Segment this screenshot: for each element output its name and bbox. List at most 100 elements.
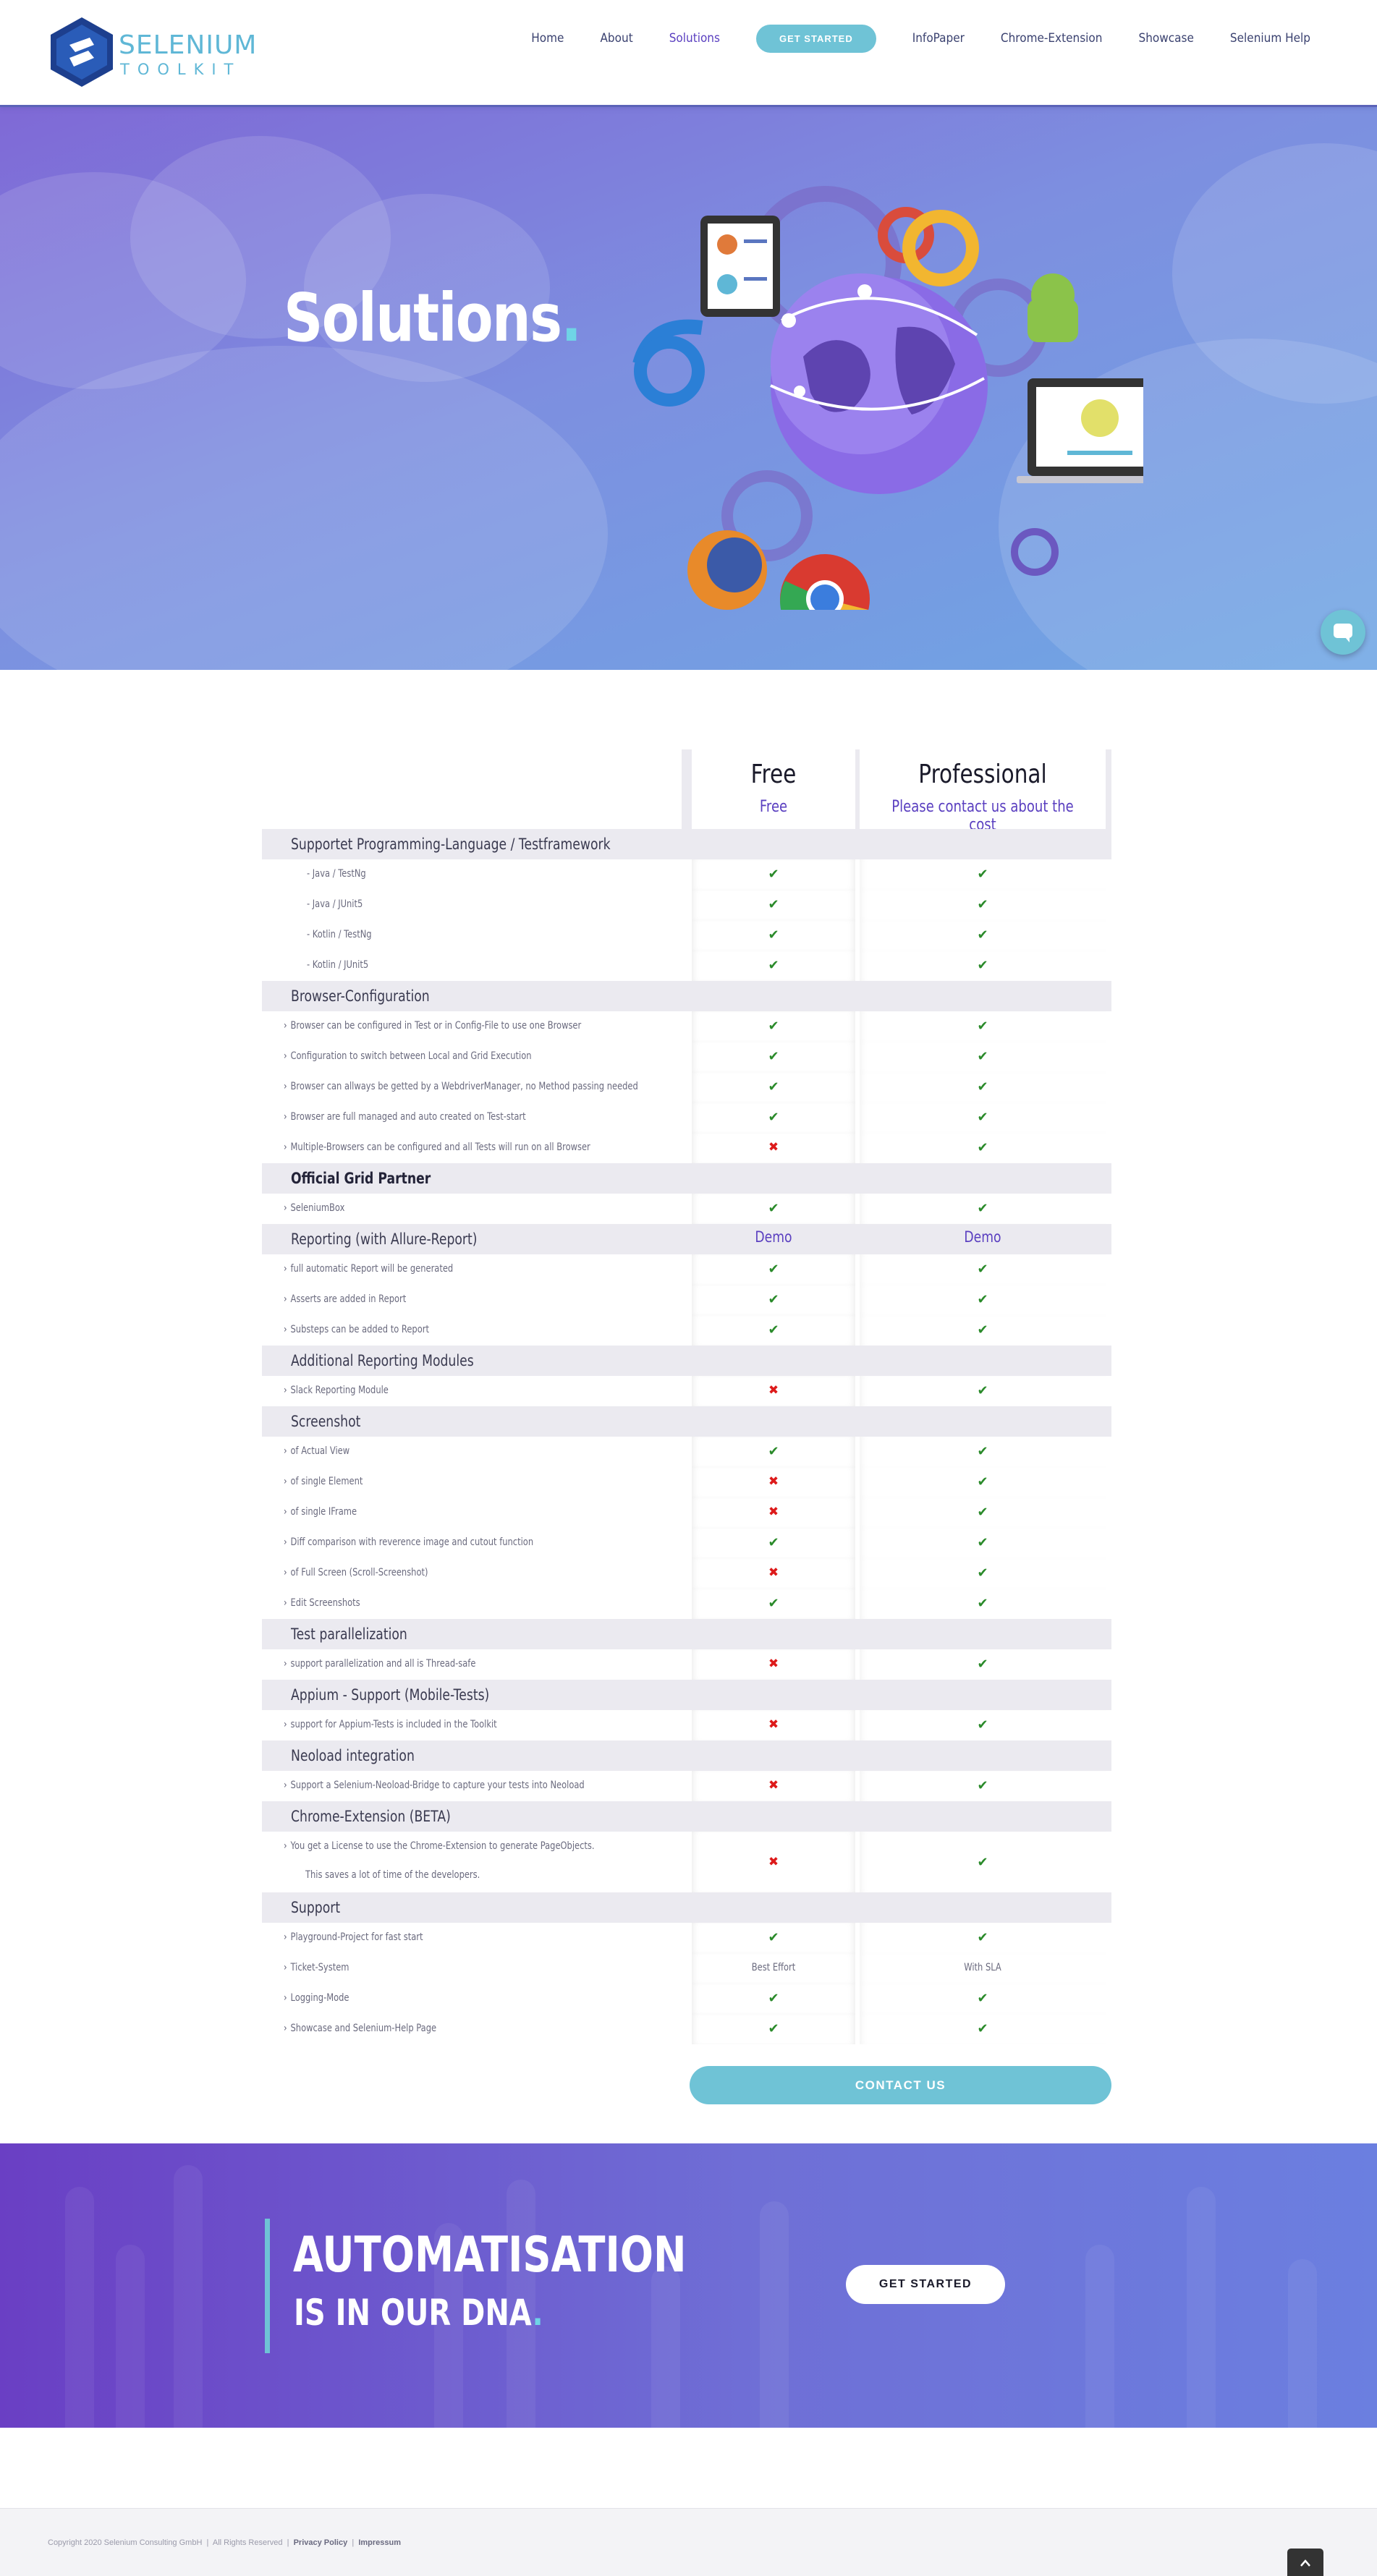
pricing-category-row: Additional Reporting Modules: [262, 1346, 1111, 1376]
feature-text: Substeps can be added to Report: [290, 1324, 429, 1335]
category-label: Official Grid Partner: [291, 1170, 431, 1187]
pricing-category-row: Reporting (with Allure-Report) Demo Demo: [262, 1224, 1111, 1254]
footer-impressum-link[interactable]: Impressum: [358, 2538, 401, 2547]
free-plan-cell: ✔: [692, 1285, 855, 1315]
chevron-right-icon: ›: [284, 1506, 287, 1518]
feature-label-cell: - Java / TestNg: [269, 859, 682, 890]
feature-label: › of Full Screen (Scroll-Screenshot): [284, 1567, 428, 1578]
chevron-right-icon: ›: [284, 1142, 287, 1153]
free-plan-cell: ✔: [692, 920, 855, 951]
feature-text: full automatic Report will be generated: [290, 1263, 454, 1275]
feature-label-cell: Neoload integration: [269, 1740, 682, 1771]
check-icon: ✔: [768, 1322, 779, 1337]
check-icon: ✔: [977, 1596, 988, 1610]
nav-chrome-extension[interactable]: Chrome-Extension: [1001, 31, 1103, 46]
pro-plan-cell: ✔: [860, 1467, 1106, 1497]
decor-stripe: [651, 2266, 680, 2428]
free-plan-cell: ✔: [692, 1254, 855, 1285]
pro-plan-cell: ✔: [860, 1285, 1106, 1315]
feature-label: - Java / TestNg: [307, 868, 366, 880]
pricing-feature-row: › of single Element ✖ ✔: [262, 1467, 1111, 1497]
free-title: Free: [750, 760, 797, 789]
free-plan-cell: [692, 1680, 855, 1710]
pricing-category-row: Browser-Configuration: [262, 981, 1111, 1011]
feature-text: Edit Screenshots: [290, 1597, 360, 1609]
free-plan-cell: ✖: [692, 1558, 855, 1589]
site-footer: Copyright 2020 Selenium Consulting GmbH …: [0, 2508, 1377, 2576]
check-icon: ✔: [768, 1019, 779, 1033]
decor-stripe: [116, 2245, 145, 2428]
feature-label-cell: Official Grid Partner: [269, 1163, 682, 1194]
nav-solutions[interactable]: Solutions: [669, 31, 720, 46]
footer-privacy-link[interactable]: Privacy Policy: [294, 2538, 348, 2547]
pricing-feature-row: › Slack Reporting Module ✖ ✔: [262, 1376, 1111, 1406]
category-label: Reporting (with Allure-Report): [291, 1230, 477, 1248]
feature-label-cell: › SeleniumBox: [269, 1194, 682, 1224]
pricing-feature-row: › Showcase and Selenium-Help Page ✔ ✔: [262, 2014, 1111, 2044]
gear-icon: [1011, 528, 1059, 576]
pricing-rows: Supportet Programming-Language / Testfra…: [262, 829, 1111, 2044]
check-icon: ✔: [977, 1079, 988, 1094]
footer-separator: |: [287, 2538, 289, 2547]
nav-home[interactable]: Home: [531, 31, 564, 46]
pro-plan-cell: ✔: [860, 951, 1106, 981]
feature-text: Logging-Mode: [290, 1992, 349, 2004]
back-to-top-button[interactable]: [1287, 2549, 1323, 2576]
nav-selenium-help[interactable]: Selenium Help: [1230, 31, 1310, 46]
feature-text: Official Grid Partner: [291, 1170, 431, 1187]
feature-text: Playground-Project for fast start: [290, 1931, 423, 1943]
nav-about[interactable]: About: [600, 31, 632, 46]
pro-column-header: Professional Please contact us about the…: [860, 749, 1106, 834]
chevron-right-icon: ›: [284, 1081, 287, 1092]
pricing-feature-row: - Kotlin / JUnit5 ✔ ✔: [262, 951, 1111, 981]
check-icon: ✔: [768, 2021, 779, 2036]
chevron-right-icon: ›: [284, 1567, 287, 1578]
chat-button[interactable]: [1321, 610, 1365, 655]
feature-text: Screenshot: [291, 1413, 361, 1430]
free-plan-cell: [692, 1346, 855, 1376]
check-icon: ✔: [768, 1049, 779, 1063]
nav-showcase[interactable]: Showcase: [1138, 31, 1193, 46]
free-plan-cell: ✔: [692, 1072, 855, 1102]
feature-label: › of Actual View: [284, 1445, 349, 1457]
free-plan-cell: ✔: [692, 1102, 855, 1133]
pro-plan-cell: ✔: [860, 1923, 1106, 1953]
nav-get-started-button[interactable]: GET STARTED: [755, 24, 876, 53]
check-icon: ✔: [977, 1019, 988, 1033]
feature-text: Appium - Support (Mobile-Tests): [291, 1686, 490, 1704]
pro-plan-cell: ✔: [860, 1437, 1106, 1467]
free-plan-cell: ✔: [692, 1984, 855, 2014]
pro-plan-cell: [860, 1801, 1106, 1832]
free-plan-cell: ✔: [692, 1315, 855, 1346]
demo-link[interactable]: Demo: [706, 1230, 840, 1245]
chevron-right-icon: ›: [284, 1476, 287, 1487]
category-label: Additional Reporting Modules: [291, 1352, 474, 1369]
pricing-feature-row: › Playground-Project for fast start ✔ ✔: [262, 1923, 1111, 1953]
contact-us-button[interactable]: CONTACT US: [690, 2066, 1111, 2104]
pro-plan-cell: [860, 1346, 1106, 1376]
feature-label-cell: › Ticket-System: [269, 1953, 682, 1984]
chevron-right-icon: ›: [284, 1780, 287, 1791]
chevron-right-icon: ›: [284, 1992, 287, 2004]
check-icon: ✔: [977, 1383, 988, 1398]
nav-infopaper[interactable]: InfoPaper: [912, 31, 965, 46]
check-icon: ✔: [768, 897, 779, 911]
chevron-right-icon: ›: [284, 1050, 287, 1062]
footer-rights: All Rights Reserved: [212, 2538, 283, 2547]
feature-text: Support a Selenium-Neoload-Bridge to cap…: [290, 1780, 585, 1791]
demo-link[interactable]: Demo: [882, 1230, 1084, 1245]
free-price: Free: [759, 798, 788, 816]
banner-get-started-button[interactable]: GET STARTED: [846, 2265, 1005, 2304]
feature-label-cell: › Multiple-Browsers can be configured and…: [269, 1133, 682, 1163]
category-label: Support: [291, 1899, 340, 1916]
pro-plan-cell: ✔: [860, 1102, 1106, 1133]
feature-label-cell: Screenshot: [269, 1406, 682, 1437]
feature-label-cell: Supportet Programming-Language / Testfra…: [269, 829, 682, 859]
free-plan-cell: ✖: [692, 1649, 855, 1680]
free-column-header: Free Free: [692, 749, 855, 829]
pricing-feature-row: › Diff comparison with reverence image an…: [262, 1528, 1111, 1558]
logo[interactable]: SELENIUM TOOLKIT: [48, 16, 272, 88]
feature-text: Browser can allways be getted by a Webdr…: [290, 1081, 638, 1092]
feature-text: Browser can be configured in Test or in …: [290, 1020, 582, 1032]
feature-label-cell: › support parallelization and all is Thre…: [269, 1649, 682, 1680]
